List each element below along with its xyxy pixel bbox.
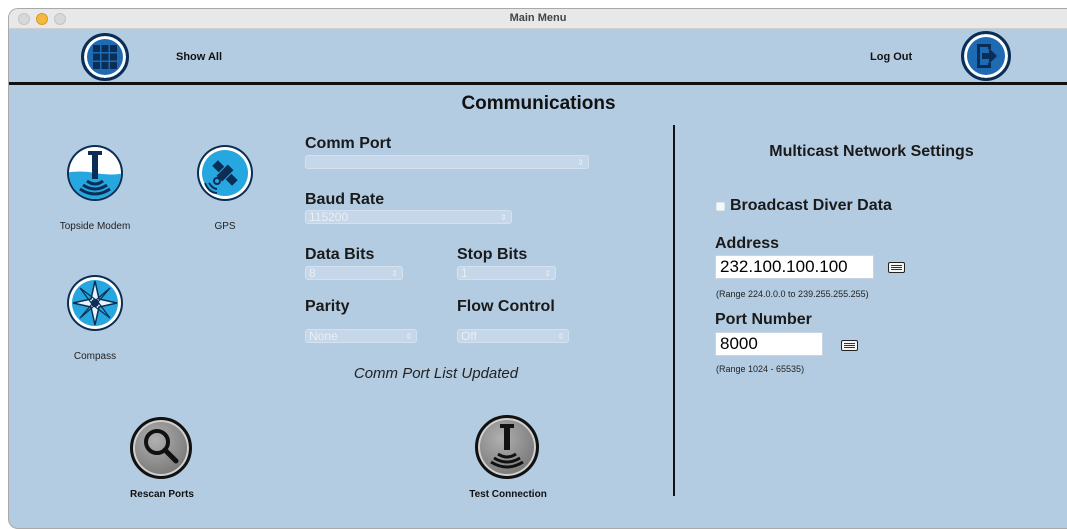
test-connection-label[interactable]: Test Connection (438, 489, 578, 500)
magnifier-icon (144, 429, 179, 464)
broadcast-checkbox[interactable] (716, 202, 725, 211)
top-divider (9, 82, 1067, 85)
stop-bits-value: 1 (461, 266, 468, 280)
logout-icon (977, 44, 997, 68)
data-bits-label: Data Bits (305, 246, 375, 263)
address-label: Address (715, 235, 780, 252)
modem-icon (67, 145, 123, 201)
compass-label: Compass (73, 351, 117, 362)
grid-icon (93, 45, 117, 69)
chevron-updown-icon: ⇕ (391, 269, 398, 278)
baud-rate-value: 115200 (309, 210, 349, 224)
transducer-icon (490, 424, 524, 469)
satellite-icon (197, 145, 253, 201)
flow-control-label: Flow Control (457, 298, 555, 315)
baud-rate-label: Baud Rate (305, 191, 385, 208)
chevron-updown-icon: ⇕ (557, 332, 564, 341)
data-bits-value: 8 (309, 266, 316, 280)
gps-button[interactable] (195, 143, 255, 203)
test-connection-button[interactable] (475, 415, 539, 479)
log-out-label[interactable]: Log Out (870, 51, 912, 63)
broadcast-label[interactable]: Broadcast Diver Data (730, 197, 892, 215)
gps-label: GPS (214, 221, 236, 232)
data-bits-select[interactable]: 8 ⇕ (305, 266, 403, 280)
show-all-label[interactable]: Show All (176, 51, 222, 63)
status-message: Comm Port List Updated (353, 365, 519, 382)
page-title: Communications (461, 93, 616, 114)
vertical-divider (673, 125, 675, 496)
parity-select[interactable]: None ⇕ (305, 329, 417, 343)
rescan-ports-button[interactable] (130, 417, 192, 479)
address-field[interactable]: 232.100.100.100 (715, 255, 874, 279)
flow-control-value: Off (461, 329, 477, 343)
parity-value: None (309, 329, 338, 343)
topside-modem-button[interactable] (65, 143, 125, 203)
show-all-button[interactable] (81, 33, 129, 81)
title-bar: Main Menu (9, 9, 1067, 29)
stop-bits-select[interactable]: 1 ⇕ (457, 266, 556, 280)
address-range-hint: (Range 224.0.0.0 to 239.255.255.255) (716, 289, 869, 299)
port-number-label: Port Number (715, 311, 812, 328)
chevron-updown-icon: ⇕ (544, 269, 551, 278)
baud-rate-select[interactable]: 115200 ⇕ (305, 210, 512, 224)
chevron-updown-icon: ⇕ (577, 158, 584, 167)
multicast-title: Multicast Network Settings (769, 143, 974, 160)
parity-label: Parity (305, 298, 350, 315)
stop-bits-label: Stop Bits (457, 246, 528, 263)
port-number-field[interactable]: 8000 (715, 332, 823, 356)
chevron-updown-icon: ⇕ (500, 213, 507, 222)
keyboard-icon[interactable] (841, 340, 858, 351)
comm-port-select[interactable]: ⇕ (305, 155, 589, 169)
topside-modem-label: Topside Modem (59, 221, 131, 232)
rescan-ports-label[interactable]: Rescan Ports (92, 489, 232, 500)
keyboard-icon[interactable] (888, 262, 905, 273)
compass-button[interactable] (65, 273, 125, 333)
chevron-updown-icon: ⇕ (405, 332, 412, 341)
compass-icon (67, 275, 123, 331)
port-range-hint: (Range 1024 - 65535) (716, 364, 805, 374)
comm-port-label: Comm Port (305, 135, 392, 152)
window-title: Main Menu (509, 12, 567, 24)
log-out-button[interactable] (961, 31, 1011, 81)
flow-control-select[interactable]: Off ⇕ (457, 329, 569, 343)
main-window: Main Menu Show All Log Out Communication… (8, 8, 1067, 529)
